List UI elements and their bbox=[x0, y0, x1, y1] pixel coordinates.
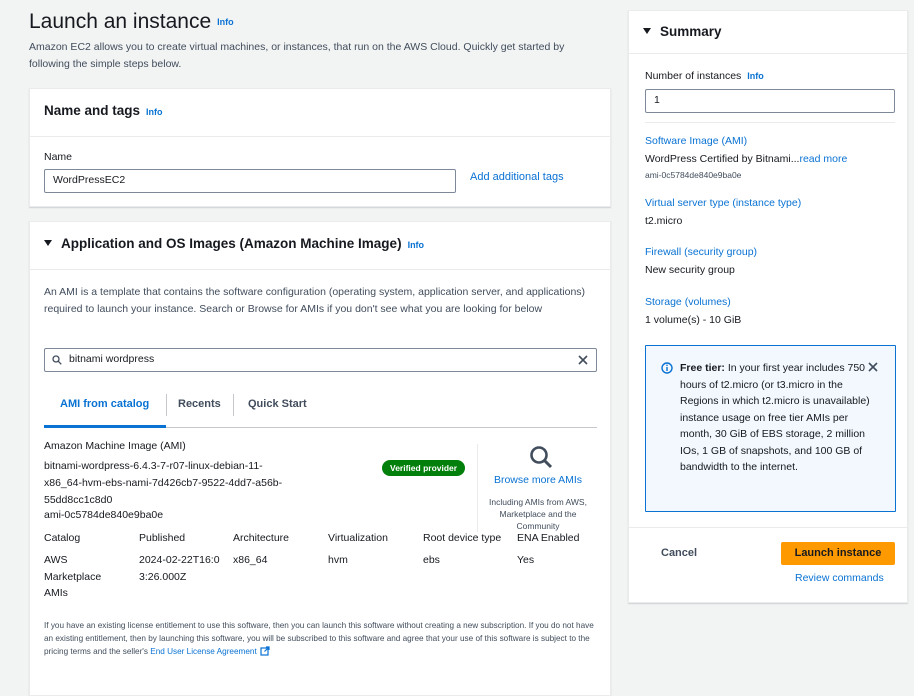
storage-value: 1 volume(s) - 10 GiB bbox=[645, 314, 742, 326]
meta-value-virtualization: hvm bbox=[328, 554, 348, 566]
summary-footer-divider bbox=[629, 527, 907, 528]
browse-subtext: Including AMIs from AWS, Marketplace and… bbox=[489, 497, 587, 531]
cancel-button[interactable]: Cancel bbox=[661, 547, 697, 559]
software-image-value: WordPress Certified by Bitnami...read mo… bbox=[645, 153, 847, 165]
browse-more-amis-link[interactable]: Browse more AMIs bbox=[492, 474, 584, 486]
ami-info-link[interactable]: Info bbox=[408, 240, 425, 250]
external-link-icon bbox=[260, 646, 270, 656]
meta-value-catalog: AWS Marketplace AMIs bbox=[44, 554, 102, 599]
ami-description: An AMI is a template that contains the s… bbox=[44, 286, 586, 315]
meta-value-architecture: x86_64 bbox=[233, 554, 268, 566]
ami-id: ami-0c5784de840e9ba0e bbox=[44, 509, 164, 521]
name-tags-info-link[interactable]: Info bbox=[146, 107, 163, 117]
launch-instance-button[interactable]: Launch instance bbox=[781, 542, 895, 565]
tab-separator bbox=[166, 394, 167, 416]
storage-link[interactable]: Storage (volumes) bbox=[645, 296, 731, 308]
tab-ami-from-catalog[interactable]: AMI from catalog bbox=[60, 398, 149, 410]
page-title-text: Launch an instance bbox=[29, 10, 212, 33]
instance-type-link[interactable]: Virtual server type (instance type) bbox=[645, 197, 801, 209]
magnifier-icon[interactable] bbox=[528, 444, 554, 470]
tab-separator bbox=[233, 394, 234, 416]
name-tags-title: Name and tags bbox=[44, 103, 141, 118]
software-image-id: ami-0c5784de840e9ba0e bbox=[645, 170, 742, 180]
free-tier-alert: Free tier: In your first year includes 7… bbox=[645, 345, 896, 512]
num-instances-label: Number of instances Info bbox=[645, 70, 764, 82]
ami-title: Application and OS Images (Amazon Machin… bbox=[61, 236, 402, 251]
summary-panel: Summary Number of instances Info 1 Softwa… bbox=[628, 10, 908, 603]
read-more-link[interactable]: read more bbox=[799, 153, 847, 165]
info-circle-icon bbox=[661, 362, 673, 374]
summary-divider bbox=[645, 122, 895, 123]
meta-value-ena: Yes bbox=[517, 554, 535, 566]
summary-header[interactable]: Summary bbox=[629, 11, 907, 54]
name-and-tags-panel: Name and tags Info Name WordPressEC2 Add … bbox=[29, 88, 611, 207]
ami-search-input[interactable]: bitnami wordpress bbox=[44, 348, 597, 372]
clear-icon[interactable] bbox=[576, 353, 590, 367]
search-icon bbox=[52, 355, 62, 365]
name-input[interactable]: WordPressEC2 bbox=[44, 169, 456, 193]
num-instances-info-link[interactable]: Info bbox=[747, 71, 764, 81]
meta-header-virtualization: Virtualization bbox=[328, 532, 388, 544]
meta-value-published: 2024-02-22T16:03:26.000Z bbox=[139, 554, 220, 583]
meta-header-catalog: Catalog bbox=[44, 532, 81, 544]
page-description: Amazon EC2 allows you to create virtual … bbox=[29, 41, 565, 70]
firewall-link[interactable]: Firewall (security group) bbox=[645, 246, 757, 258]
software-image-name: WordPress Certified by Bitnami... bbox=[645, 153, 800, 165]
name-tags-header: Name and tags Info bbox=[30, 89, 610, 137]
title-info-link[interactable]: Info bbox=[217, 17, 234, 27]
name-label: Name bbox=[44, 151, 73, 163]
meta-header-architecture: Architecture bbox=[233, 532, 290, 544]
num-instances-input[interactable]: 1 bbox=[645, 89, 895, 113]
free-tier-title: Free tier: bbox=[680, 362, 725, 374]
num-instances-label-text: Number of instances bbox=[645, 70, 742, 82]
meta-header-published: Published bbox=[139, 532, 186, 544]
firewall-value: New security group bbox=[645, 264, 735, 276]
tab-recents[interactable]: Recents bbox=[178, 398, 221, 410]
add-tags-link[interactable]: Add additional tags bbox=[470, 171, 564, 183]
instance-type-value: t2.micro bbox=[645, 215, 683, 227]
license-fineprint: If you have an existing license entitlem… bbox=[44, 619, 600, 658]
ami-panel: Application and OS Images (Amazon Machin… bbox=[29, 221, 611, 696]
software-image-link[interactable]: Software Image (AMI) bbox=[645, 135, 747, 147]
summary-title: Summary bbox=[660, 24, 722, 39]
ami-block-label: Amazon Machine Image (AMI) bbox=[44, 440, 186, 452]
ami-header[interactable]: Application and OS Images (Amazon Machin… bbox=[30, 222, 610, 270]
search-value: bitnami wordpress bbox=[69, 353, 155, 365]
caret-down-icon bbox=[643, 28, 651, 34]
eula-link[interactable]: End User License Agreement bbox=[150, 647, 257, 656]
active-tab-indicator bbox=[44, 425, 166, 428]
free-tier-text: In your first year includes 750 hours of… bbox=[680, 362, 870, 473]
caret-down-icon bbox=[44, 240, 52, 246]
meta-header-ena: ENA Enabled bbox=[517, 532, 580, 544]
ami-name: bitnami-wordpress-6.4.3-7-r07-linux-debi… bbox=[44, 460, 283, 506]
fineprint-text: If you have an existing license entitlem… bbox=[44, 621, 594, 656]
vertical-divider bbox=[477, 444, 478, 532]
meta-value-root-device: ebs bbox=[423, 554, 440, 566]
close-icon[interactable] bbox=[867, 361, 879, 373]
ami-tabs: AMI from catalog Recents Quick Start bbox=[44, 386, 597, 428]
review-commands-link[interactable]: Review commands bbox=[795, 572, 884, 584]
verified-provider-badge: Verified provider bbox=[382, 460, 466, 476]
tab-quick-start[interactable]: Quick Start bbox=[248, 398, 307, 410]
meta-header-root-device: Root device type bbox=[423, 532, 502, 544]
page-title: Launch an instance Info bbox=[29, 10, 234, 34]
